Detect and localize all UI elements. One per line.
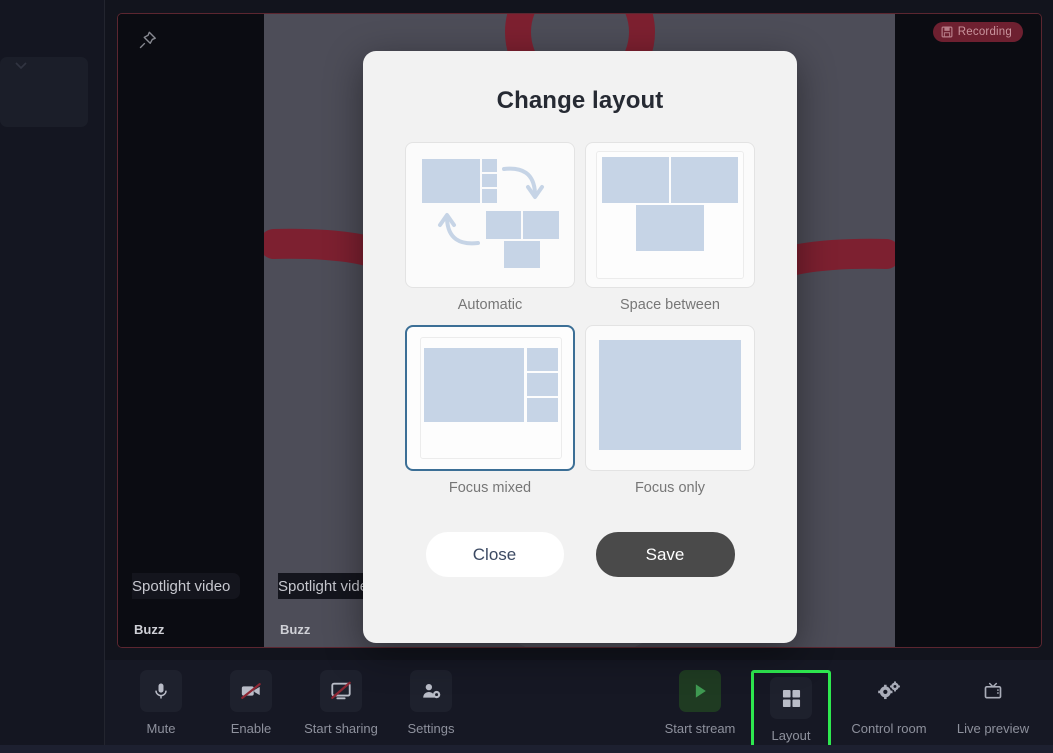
layout-option-automatic[interactable]: Automatic [405,142,575,313]
app-root: Recording Spotlight video Buzz Spotlight… [0,0,1053,753]
layout-option-focus-mixed-label: Focus mixed [448,480,532,496]
layout-option-automatic-label: Automatic [457,297,523,313]
space-between-thumbnail [585,142,755,288]
focus-mixed-thumbnail [405,325,575,471]
layout-option-focus-mixed[interactable]: Focus mixed [405,325,575,496]
arrow-down-right-icon [502,166,544,199]
change-layout-modal: Change layout Automatic Space between Fo… [363,51,797,643]
layout-option-space-between-label: Space between [620,297,720,313]
modal-title: Change layout [496,87,664,114]
layout-options: Automatic Space between Focus mixed Focu… [363,142,797,496]
layout-option-focus-only-label: Focus only [634,480,706,496]
layout-option-space-between[interactable]: Space between [585,142,755,313]
close-button[interactable]: Close [425,532,564,577]
arrow-up-left-icon [438,213,480,246]
layout-option-focus-only[interactable]: Focus only [585,325,755,496]
save-button[interactable]: Save [595,532,735,577]
focus-only-thumbnail [585,325,755,471]
modal-actions: Close Save [363,532,797,577]
automatic-thumbnail [405,142,575,288]
